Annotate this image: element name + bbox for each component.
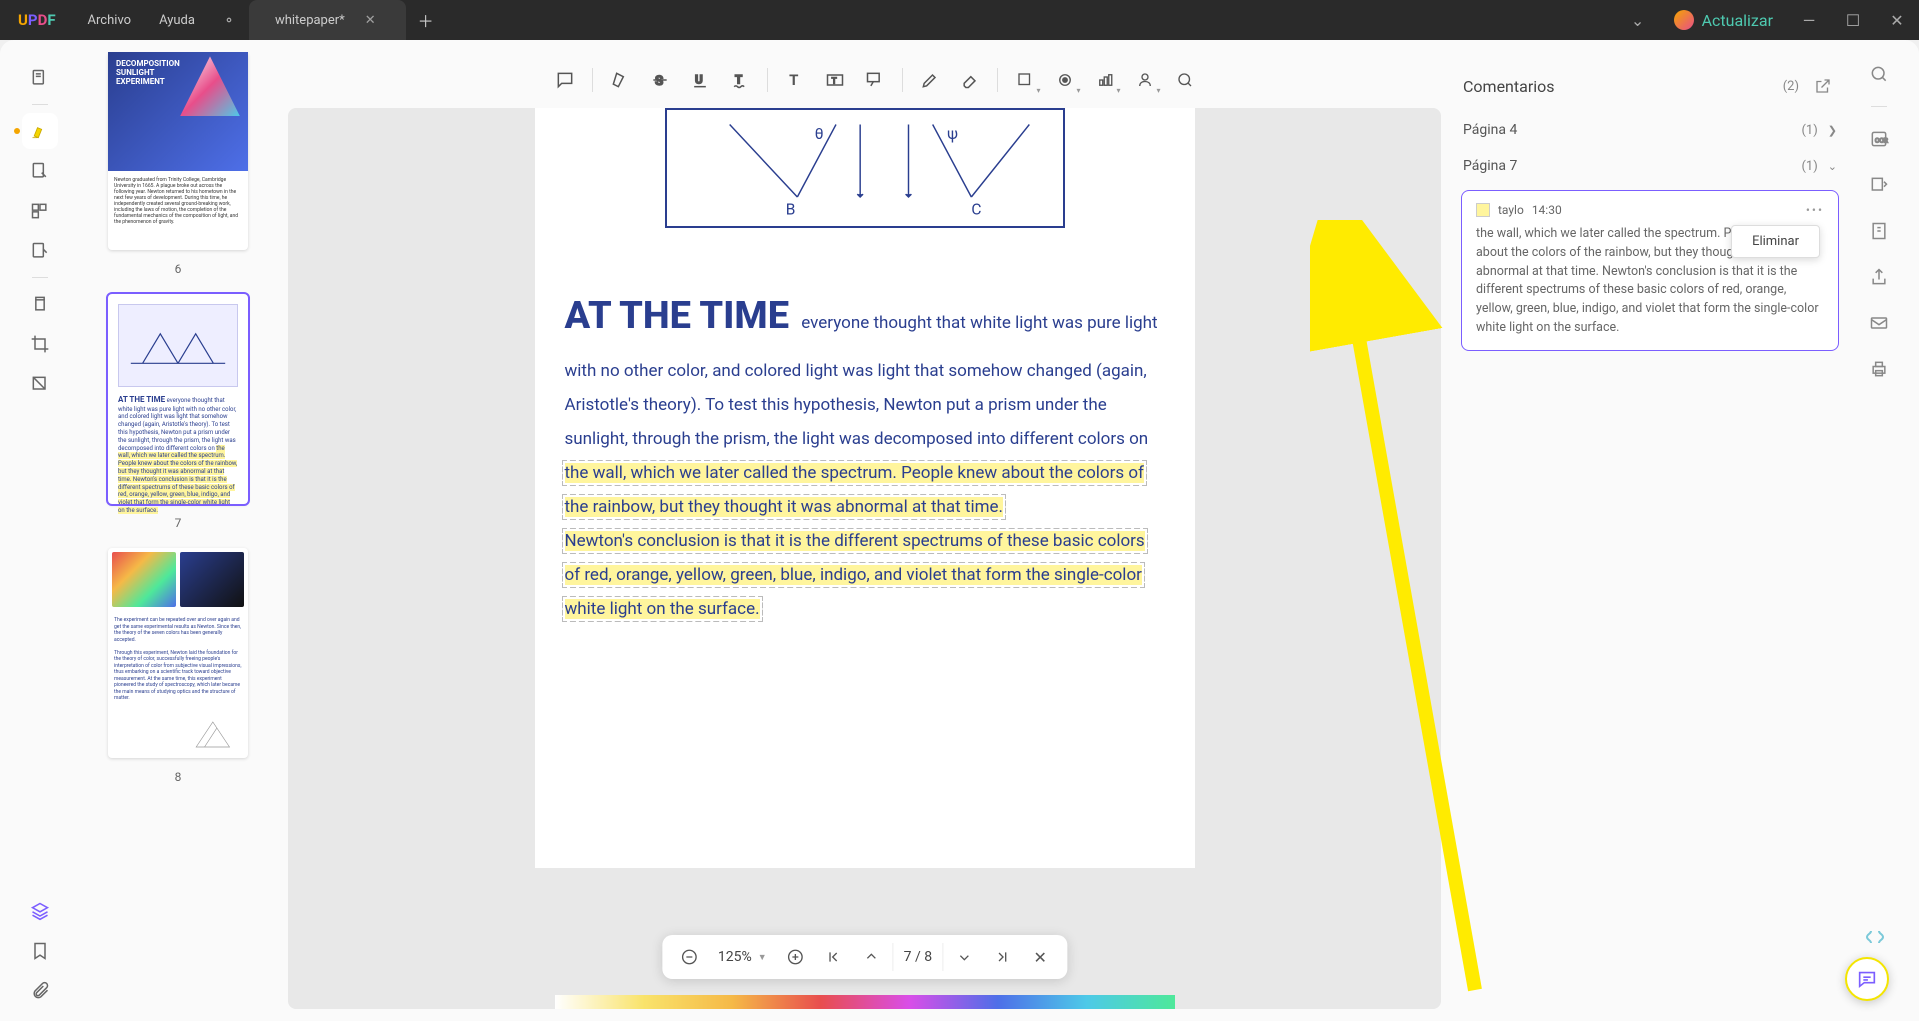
redact-icon[interactable] xyxy=(22,366,58,402)
add-tab-button[interactable]: ＋ xyxy=(406,8,446,32)
chat-fab[interactable] xyxy=(1845,957,1889,1001)
zoom-out-button[interactable] xyxy=(672,940,706,974)
sticker-tool-icon[interactable] xyxy=(1086,61,1124,99)
prev-page-button[interactable] xyxy=(855,940,889,974)
next-page-peek xyxy=(555,995,1175,1009)
highlight-indicator-icon xyxy=(1476,203,1490,217)
zoom-in-button[interactable] xyxy=(779,940,813,974)
highlighted-text-2[interactable]: Newton's conclusion is that it is the di… xyxy=(565,531,1145,619)
menu-archivo[interactable]: Archivo xyxy=(74,0,146,40)
thumbnail-6[interactable]: DECOMPOSITIONSUNLIGHTEXPERIMENT Newton g… xyxy=(108,52,248,250)
svg-text:U: U xyxy=(695,72,703,86)
svg-text:θ: θ xyxy=(814,125,823,143)
comments-total-count: (2) xyxy=(1783,79,1799,94)
svg-text:T: T xyxy=(789,71,798,89)
page-indicator[interactable]: 7 / 8 xyxy=(893,943,944,971)
layers-icon[interactable] xyxy=(22,893,58,929)
callout-icon[interactable] xyxy=(856,61,894,99)
shape-tool-icon[interactable] xyxy=(1006,61,1044,99)
svg-text:B: B xyxy=(785,200,795,218)
ocr-icon[interactable]: OCR xyxy=(1865,125,1893,153)
ai-assistant-icon[interactable] xyxy=(1863,927,1887,951)
print-icon[interactable] xyxy=(1865,355,1893,383)
thumbnail-8[interactable]: The experiment can be repeated over and … xyxy=(108,548,248,758)
export-comments-icon[interactable] xyxy=(1809,72,1837,100)
attachment-icon[interactable] xyxy=(22,973,58,1009)
highlight-tool-icon[interactable] xyxy=(22,113,58,149)
convert-icon[interactable] xyxy=(1865,171,1893,199)
comment-tool-icon[interactable] xyxy=(546,61,584,99)
crop-icon[interactable] xyxy=(22,326,58,362)
next-page-button[interactable] xyxy=(947,940,981,974)
organize-pages-icon[interactable] xyxy=(22,193,58,229)
comment-more-icon[interactable]: ••• xyxy=(1806,203,1824,217)
tab-title: whitepaper* xyxy=(275,13,345,28)
comment-time: 14:30 xyxy=(1532,203,1562,217)
bookmark-icon[interactable] xyxy=(22,933,58,969)
document-tab[interactable]: whitepaper* ✕ xyxy=(249,0,406,40)
zoom-level[interactable]: 125% ▼ xyxy=(710,949,775,965)
svg-text:T: T xyxy=(735,72,742,86)
copy-icon[interactable] xyxy=(22,286,58,322)
comment-card[interactable]: taylo 14:30 ••• the wall, which we later… xyxy=(1461,190,1839,351)
svg-text:T: T xyxy=(831,76,836,86)
highlighter-icon[interactable] xyxy=(601,61,639,99)
search-icon[interactable] xyxy=(1865,60,1893,88)
close-window-button[interactable]: ✕ xyxy=(1875,0,1919,40)
delete-menu-item[interactable]: Eliminar xyxy=(1731,225,1820,258)
comment-group-page4[interactable]: Página 4 (1) ❯ xyxy=(1449,112,1851,148)
upgrade-button[interactable]: Actualizar xyxy=(1660,10,1787,30)
strikethrough-icon[interactable]: S xyxy=(641,61,679,99)
thumbnail-7[interactable]: AT THE TIME everyone thought that white … xyxy=(108,294,248,504)
svg-text:OCR: OCR xyxy=(1875,136,1888,144)
svg-text:ψ: ψ xyxy=(947,125,958,143)
diagram: θ ψ B C xyxy=(665,108,1065,228)
close-nav-button[interactable]: ✕ xyxy=(1023,940,1057,974)
maximize-button[interactable]: ☐ xyxy=(1831,0,1875,40)
comments-panel-title: Comentarios xyxy=(1463,77,1773,96)
home-tab[interactable] xyxy=(209,0,249,40)
compress-icon[interactable] xyxy=(1865,217,1893,245)
minimize-button[interactable]: — xyxy=(1787,0,1831,40)
app-logo: UPDF xyxy=(0,11,74,29)
highlighted-text-1[interactable]: the wall, which we later called the spec… xyxy=(565,463,1144,517)
menu-ayuda[interactable]: Ayuda xyxy=(145,0,209,40)
first-page-button[interactable] xyxy=(817,940,851,974)
signature-tool-icon[interactable] xyxy=(1126,61,1164,99)
svg-text:C: C xyxy=(971,200,981,218)
thumb-label-6: 6 xyxy=(175,256,182,288)
pdf-page: θ ψ B C AT THE TIME everyone thought tha… xyxy=(535,108,1195,868)
email-icon[interactable] xyxy=(1865,309,1893,337)
chevron-right-icon: ❯ xyxy=(1828,124,1837,137)
chevron-down-icon[interactable]: ⌄ xyxy=(1616,0,1660,40)
chevron-down-icon: ⌄ xyxy=(1828,160,1837,173)
underline-icon[interactable]: U xyxy=(681,61,719,99)
last-page-button[interactable] xyxy=(985,940,1019,974)
more-tools-icon[interactable] xyxy=(1166,61,1204,99)
reader-mode-icon[interactable] xyxy=(22,60,58,96)
text-tool-icon[interactable]: T xyxy=(776,61,814,99)
comment-group-page7[interactable]: Página 7 (1) ⌄ xyxy=(1449,148,1851,184)
eraser-icon[interactable] xyxy=(951,61,989,99)
avatar xyxy=(1674,10,1694,30)
form-tool-icon[interactable] xyxy=(22,233,58,269)
svg-text:S: S xyxy=(655,74,663,89)
pencil-icon[interactable] xyxy=(911,61,949,99)
textbox-icon[interactable]: T xyxy=(816,61,854,99)
edit-tool-icon[interactable] xyxy=(22,153,58,189)
share-icon[interactable] xyxy=(1865,263,1893,291)
close-tab-icon[interactable]: ✕ xyxy=(365,13,376,28)
stamp-tool-icon[interactable] xyxy=(1046,61,1084,99)
squiggly-icon[interactable]: T xyxy=(721,61,759,99)
comment-author: taylo xyxy=(1498,203,1524,217)
page-navigation-bar: 125% ▼ 7 / 8 ✕ xyxy=(662,935,1067,979)
page-heading: AT THE TIME xyxy=(565,294,790,338)
thumb-label-8: 8 xyxy=(175,764,182,796)
